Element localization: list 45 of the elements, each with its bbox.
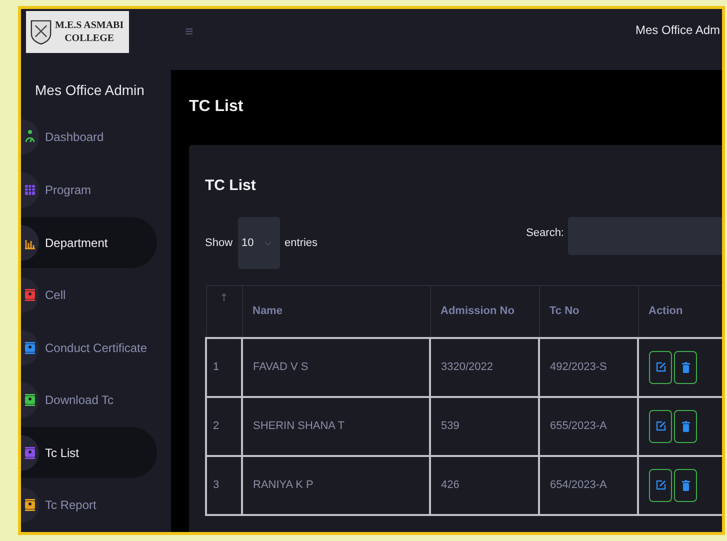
sidebar-item[interactable]: Cell xyxy=(21,269,157,321)
table-cell: 426 xyxy=(430,456,539,514)
sidebar-item[interactable]: Department xyxy=(21,216,157,268)
table-cell: 1 xyxy=(206,338,242,396)
sidebar-item[interactable]: Program xyxy=(21,164,157,216)
search-field[interactable] xyxy=(568,217,722,255)
edit-icon xyxy=(656,362,666,372)
entries-dropdown[interactable]: 10 xyxy=(238,217,280,269)
trash-icon xyxy=(682,362,690,372)
trash-icon xyxy=(682,420,690,432)
edit-button[interactable] xyxy=(649,468,672,502)
delete-button[interactable] xyxy=(674,350,697,384)
entries-label: entries xyxy=(284,237,318,249)
caret-icon xyxy=(264,240,272,246)
sidebar-item[interactable]: Dashboard xyxy=(21,112,157,164)
table-cell: SHERIN SHANA T xyxy=(242,396,430,456)
table-cell: 2 xyxy=(206,396,242,456)
sidebar-item[interactable]: Tc List xyxy=(21,426,157,478)
user-name[interactable]: Mes Office Adm xyxy=(636,23,720,37)
table-cell: 654/2023-A xyxy=(539,456,638,514)
table-cell: 3320/2022 xyxy=(430,338,539,396)
sidebar-item[interactable]: Download Tc xyxy=(21,374,157,426)
table-cell: RANIYA K P xyxy=(242,456,430,514)
card-title: TC List xyxy=(205,177,257,194)
table-cell: 655/2023-A xyxy=(539,396,638,456)
table-cell: 492/2023-S xyxy=(539,338,638,396)
logo-text: COLLEGE xyxy=(64,32,114,45)
edit-icon xyxy=(656,421,666,431)
page-title: TC List xyxy=(189,98,244,116)
trash-icon xyxy=(682,480,690,490)
delete-button[interactable] xyxy=(674,410,697,442)
search-label: Search: xyxy=(526,227,564,239)
logo-text: M.E.S ASMABI xyxy=(55,18,124,32)
sort-arrow-icon xyxy=(220,293,226,301)
sidebar-item[interactable]: Tc Report xyxy=(21,479,157,532)
show-label: Show xyxy=(205,237,233,249)
edit-button[interactable] xyxy=(649,350,672,384)
sidebar-item[interactable]: Conduct Certificate xyxy=(21,322,157,374)
edit-icon xyxy=(656,480,666,490)
sidebar-title: Mes Office Admin xyxy=(35,82,146,98)
table-cell: FAVAD V S xyxy=(242,338,430,396)
edit-button[interactable] xyxy=(649,410,672,442)
table-cell: 539 xyxy=(430,396,539,456)
table-cell: 3 xyxy=(206,456,242,514)
delete-button[interactable] xyxy=(674,468,697,502)
